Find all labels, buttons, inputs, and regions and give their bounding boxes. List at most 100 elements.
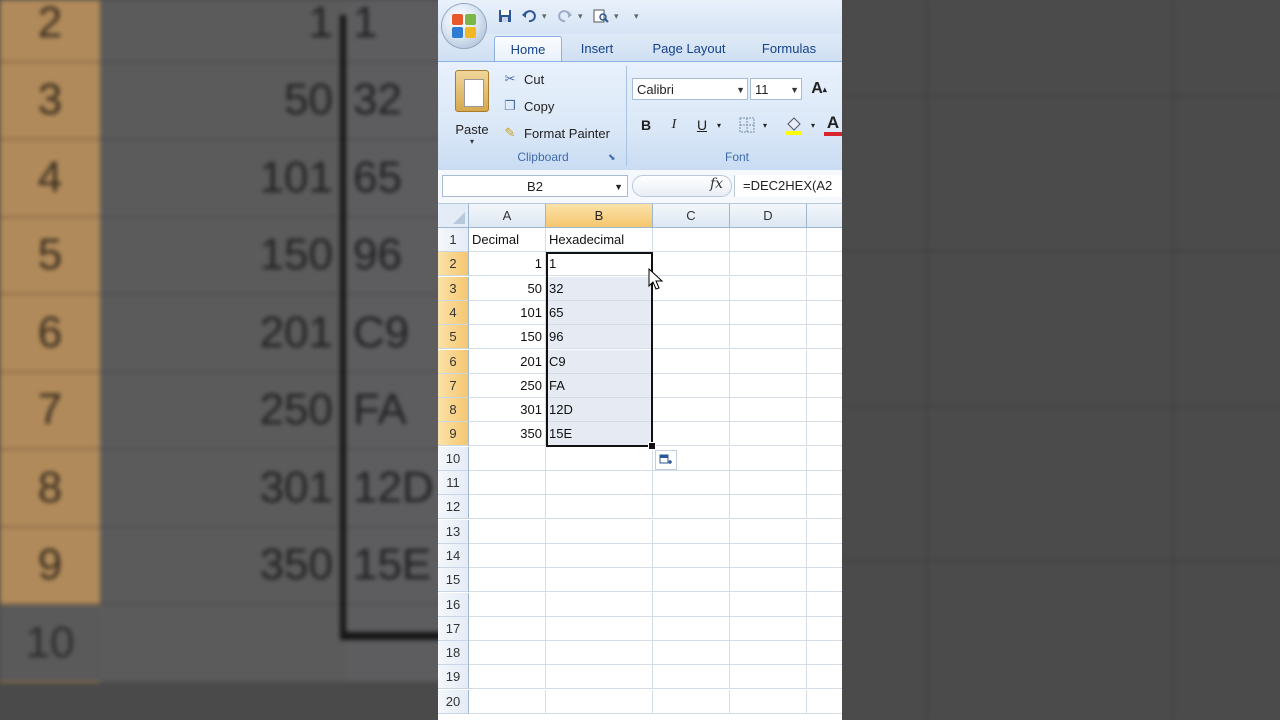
cell[interactable] xyxy=(807,447,842,471)
column-header-d[interactable]: D xyxy=(730,204,807,228)
cell[interactable] xyxy=(730,568,807,593)
cell[interactable] xyxy=(653,616,730,641)
cell[interactable] xyxy=(807,665,842,690)
cell[interactable] xyxy=(469,543,546,568)
cell[interactable] xyxy=(546,689,653,714)
cell[interactable] xyxy=(546,592,653,617)
cell[interactable] xyxy=(653,398,730,423)
cell[interactable] xyxy=(653,641,730,666)
cell[interactable] xyxy=(653,373,730,398)
cell[interactable] xyxy=(546,543,653,568)
row-header-15[interactable]: 15 xyxy=(438,568,469,593)
cell-a5[interactable]: 150 xyxy=(469,325,546,350)
cell[interactable] xyxy=(807,690,842,714)
cell[interactable] xyxy=(653,519,730,544)
row-header-8[interactable]: 8 xyxy=(438,398,469,423)
cell[interactable] xyxy=(546,641,653,666)
cell-b1-header[interactable]: Hexadecimal xyxy=(546,228,653,252)
cell[interactable] xyxy=(807,398,842,423)
cell-a2[interactable]: 1 xyxy=(469,252,546,277)
clipboard-dialog-launcher-icon[interactable]: ⬊ xyxy=(608,152,616,163)
fill-color-button[interactable] xyxy=(782,114,806,136)
undo-icon[interactable] xyxy=(518,6,540,26)
row-header-17[interactable]: 17 xyxy=(438,616,469,641)
cell-a8[interactable]: 301 xyxy=(469,398,546,423)
cell[interactable] xyxy=(546,568,653,593)
cell[interactable] xyxy=(653,689,730,714)
print-preview-icon[interactable] xyxy=(590,6,612,26)
cell[interactable] xyxy=(730,349,807,374)
worksheet-grid[interactable]: A B C D 1 Decimal Hexadecimal 2 1 1 3 50 32 4 101 65 5 15… xyxy=(438,204,842,720)
select-all-button[interactable] xyxy=(438,204,469,228)
row-header-10[interactable]: 10 xyxy=(438,446,469,471)
cell-b6[interactable]: C9 xyxy=(546,349,653,374)
underline-button[interactable]: U xyxy=(692,114,712,136)
font-size-select[interactable]: 11 ▼ xyxy=(750,78,802,100)
row-header-20[interactable]: 20 xyxy=(438,689,469,714)
row-header-9[interactable]: 9 xyxy=(438,422,469,447)
cell[interactable] xyxy=(807,228,842,252)
cell[interactable] xyxy=(730,373,807,398)
cell[interactable] xyxy=(546,495,653,520)
cell[interactable] xyxy=(469,665,546,690)
cell-a3[interactable]: 50 xyxy=(469,276,546,301)
cell[interactable] xyxy=(469,592,546,617)
cell-a1-header[interactable]: Decimal xyxy=(469,228,546,252)
cell[interactable] xyxy=(653,495,730,520)
row-header-11[interactable]: 11 xyxy=(438,471,469,495)
row-header-12[interactable]: 12 xyxy=(438,495,469,520)
cell[interactable] xyxy=(807,520,842,544)
cell[interactable] xyxy=(546,616,653,641)
cell[interactable] xyxy=(653,665,730,690)
cell-b3[interactable]: 32 xyxy=(546,276,653,301)
row-header-19[interactable]: 19 xyxy=(438,665,469,690)
cell[interactable] xyxy=(807,422,842,447)
cell-a9[interactable]: 350 xyxy=(469,422,546,447)
cell[interactable] xyxy=(469,616,546,641)
cell-a4[interactable]: 101 xyxy=(469,300,546,325)
row-header-1[interactable]: 1 xyxy=(438,228,469,252)
print-dropdown-icon[interactable]: ▾ xyxy=(614,11,624,22)
row-header-6[interactable]: 6 xyxy=(438,349,469,374)
cell[interactable] xyxy=(653,592,730,617)
row-header-18[interactable]: 18 xyxy=(438,641,469,666)
row-header-3[interactable]: 3 xyxy=(438,276,469,301)
formula-input[interactable]: =DEC2HEX(A2 xyxy=(734,175,842,197)
cell[interactable] xyxy=(653,252,730,277)
cell[interactable] xyxy=(730,495,807,520)
cell-b9[interactable]: 15E xyxy=(546,422,653,447)
cell-a7[interactable]: 250 xyxy=(469,373,546,398)
cell[interactable] xyxy=(653,325,730,350)
paste-button[interactable]: Paste ▾ xyxy=(452,70,492,146)
column-header-e[interactable] xyxy=(807,204,842,228)
customize-qat-icon[interactable]: ▾ xyxy=(634,11,644,22)
cell-a6[interactable]: 201 xyxy=(469,349,546,374)
cut-button[interactable]: ✂ Cut xyxy=(502,69,545,89)
row-header-7[interactable]: 7 xyxy=(438,373,469,398)
name-box-dropdown-icon[interactable]: ▼ xyxy=(614,176,623,198)
row-header-13[interactable]: 13 xyxy=(438,519,469,544)
tab-insert[interactable]: Insert xyxy=(572,36,622,61)
cell[interactable] xyxy=(469,641,546,666)
cell[interactable] xyxy=(807,641,842,666)
cell[interactable] xyxy=(807,350,842,374)
save-icon[interactable] xyxy=(494,6,516,26)
tab-home[interactable]: Home xyxy=(494,36,562,62)
cell-b7[interactable]: FA xyxy=(546,373,653,398)
cell[interactable] xyxy=(730,689,807,714)
cell[interactable] xyxy=(730,592,807,617)
cell[interactable] xyxy=(807,544,842,568)
redo-dropdown-icon[interactable]: ▾ xyxy=(578,11,588,22)
cell[interactable] xyxy=(807,374,842,398)
cell[interactable] xyxy=(653,568,730,593)
cell[interactable] xyxy=(730,519,807,544)
borders-dropdown-icon[interactable]: ▾ xyxy=(760,114,770,136)
cell[interactable] xyxy=(546,665,653,690)
cell[interactable] xyxy=(730,398,807,423)
row-header-16[interactable]: 16 xyxy=(438,592,469,617)
font-family-dropdown-icon[interactable]: ▼ xyxy=(736,79,745,101)
cell[interactable] xyxy=(653,349,730,374)
cell[interactable] xyxy=(807,568,842,593)
cell[interactable] xyxy=(469,446,546,471)
cell[interactable] xyxy=(807,495,842,520)
